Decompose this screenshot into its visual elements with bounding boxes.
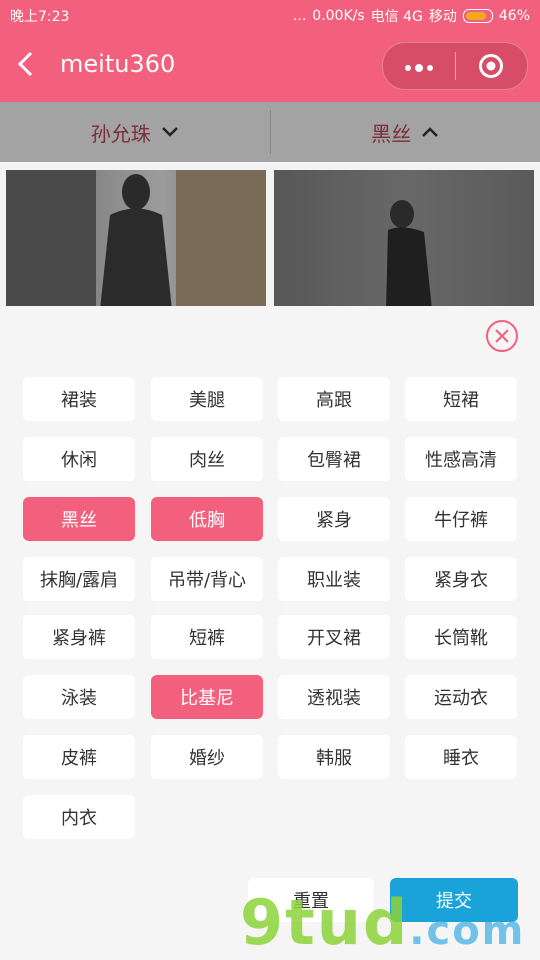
- status-right: ... 0.00K/s 电信 4G 移动 46%: [293, 6, 530, 26]
- tag-option[interactable]: 长筒靴: [405, 615, 517, 659]
- chevron-left-icon: [17, 51, 33, 77]
- back-button[interactable]: [16, 50, 46, 80]
- target-icon: [479, 54, 504, 78]
- filter-tag-label: 黑丝: [371, 121, 412, 146]
- tag-option[interactable]: 包臀裙: [278, 437, 390, 481]
- more-icon: [404, 64, 433, 72]
- tag-option[interactable]: 短裤: [151, 615, 263, 659]
- tag-option[interactable]: 抹胸/露肩: [23, 557, 135, 601]
- carrier2-label: 移动: [428, 9, 457, 25]
- tag-option[interactable]: 短裙: [405, 377, 517, 421]
- close-icon: [495, 329, 509, 343]
- tag-option[interactable]: 透视装: [278, 675, 390, 719]
- status-bar: 晚上7:23 ... 0.00K/s 电信 4G 移动 46%: [0, 0, 540, 30]
- tag-option[interactable]: 紧身: [278, 497, 390, 541]
- status-time: 晚上7:23: [10, 9, 70, 25]
- tag-option[interactable]: 皮裤: [23, 735, 135, 779]
- photo-thumbnail[interactable]: [6, 170, 266, 310]
- tag-option[interactable]: 婚纱: [151, 735, 263, 779]
- tag-option[interactable]: 吊带/背心: [151, 557, 263, 601]
- tag-option[interactable]: 开叉裙: [278, 615, 390, 659]
- close-miniapp-button[interactable]: [456, 53, 528, 79]
- battery-icon: [462, 9, 493, 23]
- miniapp-capsule: [382, 42, 528, 90]
- photo-image: [386, 200, 432, 310]
- close-panel-button[interactable]: [486, 320, 518, 352]
- tag-option[interactable]: 肉丝: [151, 437, 263, 481]
- tag-option[interactable]: 性感高清: [405, 437, 517, 481]
- tag-option[interactable]: 紧身衣: [405, 557, 517, 601]
- tag-option[interactable]: 紧身裤: [23, 615, 135, 659]
- filter-person-label: 孙允珠: [90, 121, 151, 146]
- tag-option[interactable]: 黑丝: [23, 497, 135, 541]
- photo-image: [6, 170, 266, 310]
- chevron-up-icon: [422, 127, 439, 137]
- photo-thumbnail[interactable]: [274, 170, 534, 310]
- tag-option[interactable]: 比基尼: [151, 675, 263, 719]
- page-title: meitu360: [60, 50, 176, 78]
- tag-option[interactable]: 泳装: [23, 675, 135, 719]
- tag-option[interactable]: 美腿: [151, 377, 263, 421]
- photo-grid: [6, 170, 534, 310]
- carrier1-label: 电信 4G: [370, 9, 423, 25]
- tag-option[interactable]: 睡衣: [405, 735, 517, 779]
- tag-option[interactable]: 职业装: [278, 557, 390, 601]
- filter-tag-dropdown[interactable]: 黑丝: [271, 118, 540, 147]
- tag-option[interactable]: 韩服: [278, 735, 390, 779]
- filter-bar: 孙允珠 黑丝: [0, 102, 540, 162]
- tag-option[interactable]: 运动衣: [405, 675, 517, 719]
- tag-option[interactable]: 休闲: [23, 437, 135, 481]
- watermark-logo: 9tud.com: [240, 886, 526, 959]
- tag-option[interactable]: 低胸: [151, 497, 263, 541]
- notification-dots: ...: [292, 8, 307, 24]
- tag-option[interactable]: 牛仔裤: [405, 497, 517, 541]
- filter-person-dropdown[interactable]: 孙允珠: [0, 118, 270, 147]
- chevron-down-icon: [161, 127, 178, 137]
- battery-level: 46%: [498, 8, 530, 24]
- tag-option[interactable]: 高跟: [278, 377, 390, 421]
- tag-option[interactable]: 裙装: [23, 377, 135, 421]
- network-speed: 0.00K/s: [312, 8, 365, 24]
- tag-option[interactable]: 内衣: [23, 795, 135, 839]
- app-header: meitu360: [0, 30, 540, 102]
- more-button[interactable]: [383, 43, 455, 89]
